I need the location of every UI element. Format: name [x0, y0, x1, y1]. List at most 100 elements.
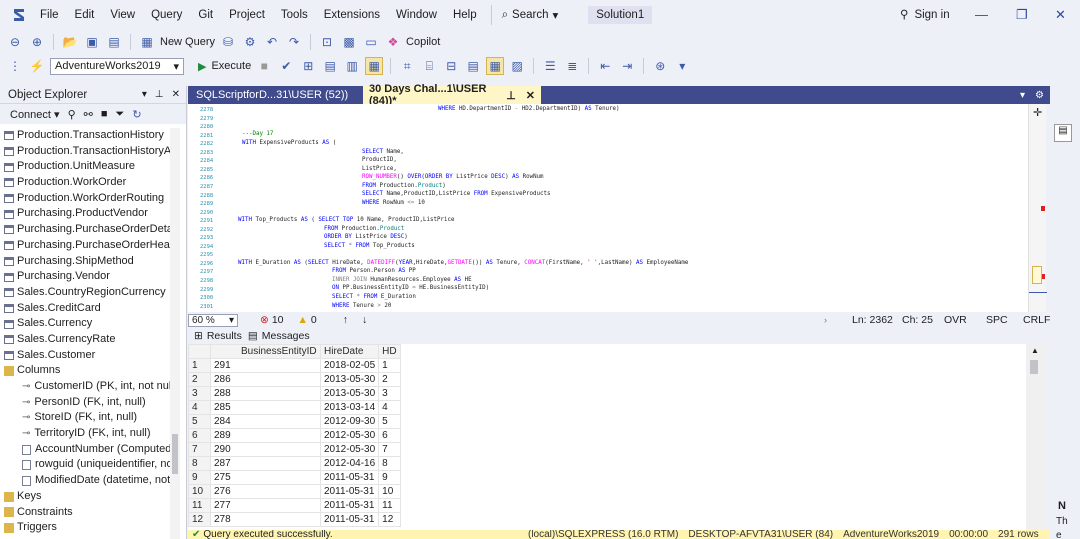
row-number[interactable]: 11	[188, 498, 211, 513]
table-cell[interactable]: 6	[378, 428, 402, 443]
table-row[interactable]: 7 290 2012-05-30 7	[188, 442, 402, 457]
menu-extensions[interactable]: Extensions	[316, 0, 388, 30]
table-cell[interactable]: 2011-05-31	[319, 498, 380, 513]
table-cell[interactable]: 2011-05-31	[319, 470, 380, 485]
table-cell[interactable]: 275	[210, 470, 321, 485]
table-cell[interactable]: 287	[210, 456, 321, 471]
tree-item-table[interactable]: Production.WorkOrderRouting	[0, 191, 180, 207]
minimize-button[interactable]: —	[975, 0, 988, 30]
close-icon[interactable]: ✕	[172, 89, 180, 100]
pin-icon[interactable]: ⊥	[155, 89, 164, 100]
tree-item-column[interactable]: ⊸ TerritoryID (FK, int, null)	[0, 426, 180, 442]
table-cell[interactable]: 8	[378, 456, 402, 471]
tree-item-table[interactable]: Purchasing.PurchaseOrderHeader	[0, 238, 180, 254]
tree-item-table[interactable]: Purchasing.PurchaseOrderDetail	[0, 222, 180, 238]
screenshot-icon[interactable]: ⊡	[318, 33, 336, 51]
table-row[interactable]: 5 284 2012-09-30 5	[188, 414, 402, 429]
undo-icon[interactable]: ↶	[263, 33, 281, 51]
open-folder-icon[interactable]: 📂	[61, 33, 79, 51]
row-number[interactable]: 4	[188, 400, 211, 415]
table-cell[interactable]: 2011-05-31	[319, 484, 380, 499]
scroll-up-icon[interactable]: ▲	[1031, 346, 1039, 355]
table-cell[interactable]: 2	[378, 372, 402, 387]
include-plan-icon[interactable]: ⌗	[398, 57, 416, 75]
table-cell[interactable]: 285	[210, 400, 321, 415]
warning-count[interactable]: ▲ 0	[298, 314, 317, 326]
properties-icon[interactable]: ▤	[1054, 124, 1072, 142]
query-options-icon[interactable]: ▤	[321, 57, 339, 75]
tree-item-column[interactable]: ⊸ CustomerID (PK, int, not null)	[0, 379, 180, 395]
object-icon[interactable]: ▩	[340, 33, 358, 51]
table-cell[interactable]: 9	[378, 470, 402, 485]
filter-icon[interactable]: ⏷	[116, 108, 125, 121]
row-number[interactable]: 7	[188, 442, 211, 457]
save-icon[interactable]: ▣	[83, 33, 101, 51]
row-number[interactable]: 10	[188, 484, 211, 499]
new-query-button[interactable]: New Query	[160, 36, 215, 48]
scrollbar-thumb[interactable]	[1030, 360, 1038, 374]
table-cell[interactable]: 7	[378, 442, 402, 457]
stats-icon[interactable]: ⌸	[420, 57, 438, 75]
table-row[interactable]: 8 287 2012-04-16 8	[188, 456, 402, 471]
table-cell[interactable]: 3	[378, 386, 402, 401]
table-cell[interactable]: 277	[210, 498, 321, 513]
table-cell[interactable]: 4	[378, 400, 402, 415]
tree-item-folder[interactable]: Constraints	[0, 505, 180, 521]
analysis-icon[interactable]: ⚙	[241, 33, 259, 51]
table-row[interactable]: 1 291 2018-02-05 1	[188, 358, 402, 373]
indent-icon[interactable]: ⇥	[618, 57, 636, 75]
tree-item-table[interactable]: Sales.Currency	[0, 316, 180, 332]
copilot-button[interactable]: Copilot	[406, 36, 440, 48]
back-icon[interactable]: ⊖	[6, 33, 24, 51]
new-query-icon[interactable]: ▦	[138, 33, 156, 51]
tree-item-table[interactable]: Production.WorkOrder	[0, 175, 180, 191]
database-select[interactable]: AdventureWorks2019 ▾	[50, 57, 184, 75]
table-cell[interactable]: 2012-05-30	[319, 442, 380, 457]
menu-view[interactable]: View	[102, 0, 143, 30]
arrow-down-icon[interactable]: ↓	[362, 314, 367, 326]
error-count[interactable]: ⊗ 10	[260, 314, 284, 326]
close-button[interactable]: ✕	[1055, 0, 1066, 30]
menu-tools[interactable]: Tools	[273, 0, 316, 30]
menu-help[interactable]: Help	[445, 0, 485, 30]
tree-item-table[interactable]: Sales.CreditCard	[0, 301, 180, 317]
scroll-left-icon[interactable]: ›	[824, 315, 827, 325]
save-all-icon[interactable]: ▤	[105, 33, 123, 51]
restore-button[interactable]: ❐	[1016, 0, 1028, 30]
column-header[interactable]: HD	[378, 344, 402, 359]
results-icon[interactable]: ▥	[343, 57, 361, 75]
row-number[interactable]: 6	[188, 428, 211, 443]
tab-results[interactable]: ⊞ Results	[194, 330, 242, 342]
uncomment-icon[interactable]: ≣	[563, 57, 581, 75]
table-cell[interactable]: 284	[210, 414, 321, 429]
editor-scrollbar[interactable]: ✛	[1028, 104, 1047, 312]
table-cell[interactable]: 1	[378, 358, 402, 373]
table-cell[interactable]: 12	[378, 512, 402, 527]
table-cell[interactable]: 291	[210, 358, 321, 373]
client-stats-icon[interactable]: ⊟	[442, 57, 460, 75]
results-to-grid-icon[interactable]: ▦	[486, 57, 505, 75]
scrollbar-thumb[interactable]	[172, 434, 178, 474]
disconnect-icon[interactable]: ⚯	[84, 108, 93, 121]
table-cell[interactable]: 276	[210, 484, 321, 499]
tree-item-table[interactable]: Sales.CountryRegionCurrency	[0, 285, 180, 301]
sign-in-button[interactable]: ⚲ Sign in	[900, 0, 950, 30]
row-number[interactable]: 9	[188, 470, 211, 485]
connect-icon[interactable]: ⚲	[68, 108, 76, 121]
table-row[interactable]: 4 285 2013-03-14 4	[188, 400, 402, 415]
zoom-select[interactable]: 60 % ▾	[188, 313, 238, 327]
table-cell[interactable]: 2018-02-05	[319, 358, 380, 373]
pin-icon[interactable]: ⊥	[506, 89, 516, 102]
tree-item-table[interactable]: Purchasing.Vendor	[0, 269, 180, 285]
tree-item-table[interactable]: Sales.CurrencyRate	[0, 332, 180, 348]
menu-git[interactable]: Git	[190, 0, 221, 30]
table-cell[interactable]: 10	[378, 484, 402, 499]
table-cell[interactable]: 278	[210, 512, 321, 527]
row-number[interactable]: 12	[188, 512, 211, 527]
tab-messages[interactable]: ▤ Messages	[248, 330, 310, 342]
table-row[interactable]: 2 286 2013-05-30 2	[188, 372, 402, 387]
tree-item-column[interactable]: rowguid (uniqueidentifier, no	[0, 457, 180, 473]
row-number[interactable]: 3	[188, 386, 211, 401]
forward-icon[interactable]: ⊕	[28, 33, 46, 51]
table-row[interactable]: 9 275 2011-05-31 9	[188, 470, 402, 485]
